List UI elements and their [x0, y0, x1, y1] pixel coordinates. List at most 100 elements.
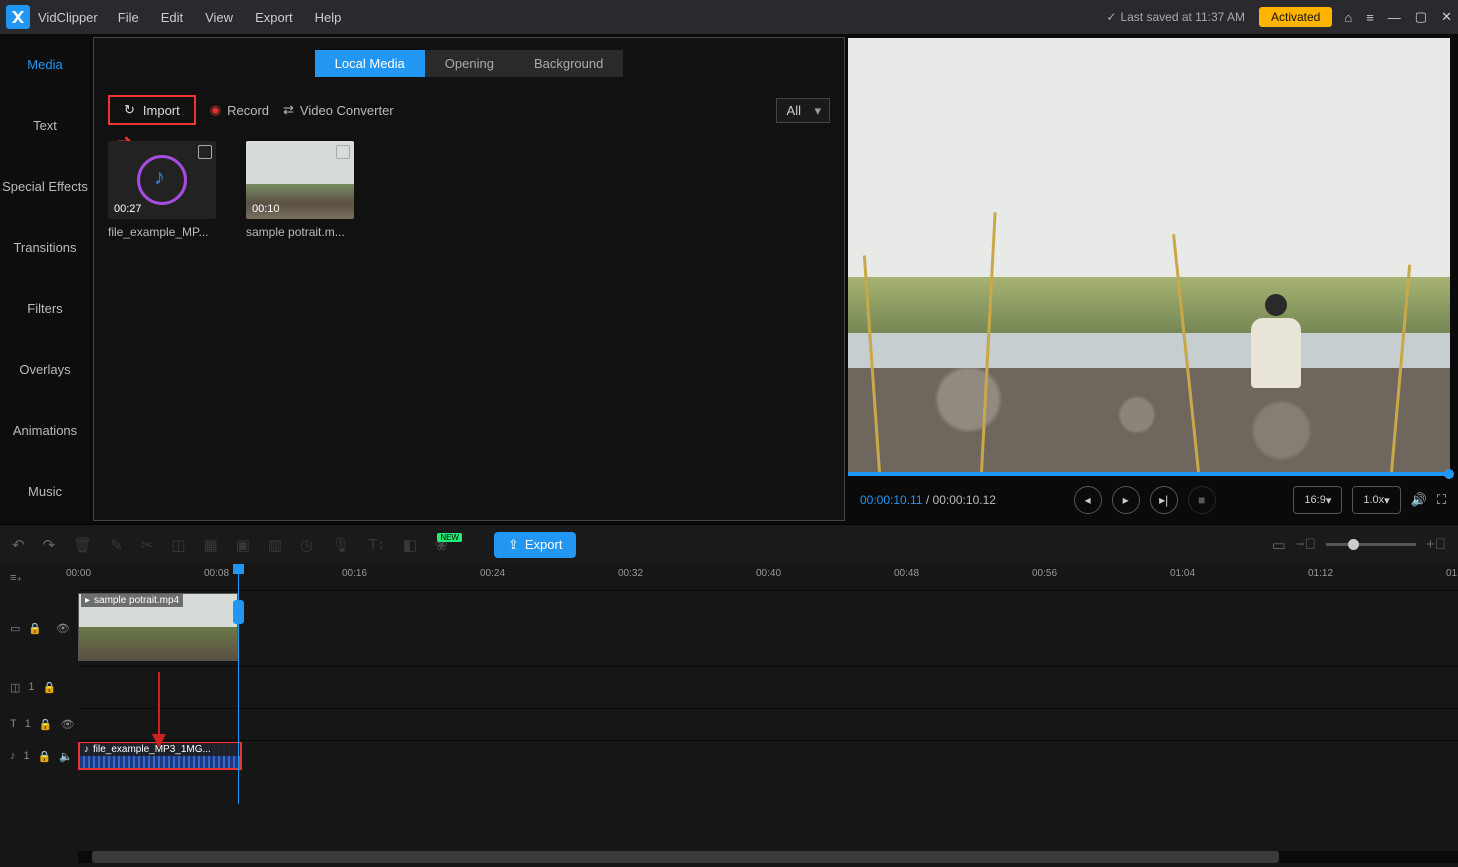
redo-icon[interactable]: ↷: [43, 536, 56, 554]
clip-type-icon: ♪: [84, 744, 89, 755]
lock-icon[interactable]: 🔒: [28, 622, 42, 635]
menu-edit[interactable]: Edit: [161, 10, 183, 25]
text-track-header[interactable]: T 1 🔒 👁: [0, 708, 78, 740]
export-button[interactable]: ⇪ Export: [494, 532, 576, 558]
playhead[interactable]: [238, 564, 239, 804]
zoom-in-icon[interactable]: +⃝: [1426, 536, 1446, 553]
sidebar-item-text[interactable]: Text: [0, 95, 90, 156]
aspect-ratio-dropdown[interactable]: 16:9 ▾: [1293, 486, 1342, 514]
import-label: Import: [143, 103, 180, 118]
mute-icon[interactable]: 🔈: [59, 750, 73, 763]
audio-track-icon: ♪: [10, 750, 16, 762]
prev-frame-button[interactable]: ◂: [1074, 486, 1102, 514]
activated-badge[interactable]: Activated: [1259, 7, 1332, 27]
hamburger-icon[interactable]: ≡: [1366, 10, 1374, 25]
ruler-mark: 01:20: [1446, 568, 1458, 579]
eye-icon[interactable]: 👁: [56, 622, 70, 635]
color-icon[interactable]: ◧: [403, 536, 417, 554]
eye-icon[interactable]: 👁: [61, 718, 75, 731]
home-icon[interactable]: ⌂: [1344, 10, 1352, 25]
stop-button[interactable]: ■: [1188, 486, 1216, 514]
sidebar-item-special-effects[interactable]: Special Effects: [0, 156, 90, 217]
delete-icon[interactable]: 🗑: [73, 536, 92, 554]
playback-speed-dropdown[interactable]: 1.0x ▾: [1352, 486, 1400, 514]
clip-duration: 00:10: [252, 203, 280, 215]
fullscreen-icon[interactable]: ⛶: [1437, 492, 1446, 508]
edit-icon[interactable]: ✎: [110, 536, 123, 554]
sidebar-item-animations[interactable]: Animations: [0, 400, 90, 461]
record-label: Record: [227, 103, 269, 118]
media-item-video[interactable]: 00:10 sample potrait.m...: [246, 141, 354, 239]
tab-background[interactable]: Background: [514, 50, 623, 77]
timeline-video-clip[interactable]: ▸sample potrait.mp4: [78, 593, 238, 661]
media-item-audio[interactable]: 00:27 file_example_MP...: [108, 141, 216, 239]
next-frame-button[interactable]: ▸|: [1150, 486, 1178, 514]
preview-progress[interactable]: [848, 472, 1450, 476]
title-bar: VidClipper File Edit View Export Help ✓ …: [0, 0, 1458, 34]
crop-icon[interactable]: ◫: [171, 536, 185, 554]
import-button[interactable]: ↻ Import: [108, 95, 196, 125]
preview-controls: 00:00:10.11 / 00:00:10.12 ◂ ▸ ▸| ■ 16:9 …: [848, 476, 1458, 524]
mosaic-icon[interactable]: ▦: [204, 536, 218, 554]
sidebar-item-overlays[interactable]: Overlays: [0, 339, 90, 400]
record-button[interactable]: ◉ Record: [210, 102, 269, 118]
video-track-lane[interactable]: ▸sample potrait.mp4: [78, 590, 1458, 666]
freeze-icon[interactable]: ▣: [236, 536, 250, 554]
fit-icon[interactable]: ▭: [1272, 536, 1286, 554]
timeline-scrollbar[interactable]: [78, 851, 1458, 863]
record-icon: ◉: [210, 102, 221, 118]
text-tool-icon[interactable]: T↕: [368, 536, 385, 553]
pip-track-lane[interactable]: [78, 666, 1458, 708]
tracks-area[interactable]: 00:0000:0800:1600:2400:3200:4000:4800:56…: [78, 564, 1458, 867]
text-track-lane[interactable]: [78, 708, 1458, 740]
last-saved: ✓ Last saved at 11:37 AM: [1106, 10, 1245, 24]
audio-track-header[interactable]: ♪ 1 🔒 🔈: [0, 740, 78, 772]
lock-icon[interactable]: 🔒: [39, 718, 53, 731]
voiceover-icon[interactable]: 🎙: [331, 536, 350, 554]
media-grid: ➜ 00:27 file_example_MP... 00:10 sample …: [94, 135, 844, 245]
preview-canvas[interactable]: [848, 38, 1450, 472]
media-filter-dropdown[interactable]: All: [776, 98, 830, 123]
bar-icon[interactable]: ▥: [268, 536, 282, 554]
menu-help[interactable]: Help: [315, 10, 342, 25]
time-ruler[interactable]: 00:0000:0800:1600:2400:3200:4000:4800:56…: [78, 564, 1458, 590]
ruler-mark: 00:24: [480, 568, 505, 579]
audio-track-lane[interactable]: ♪file_example_MP3_1MG...: [78, 740, 1458, 772]
sidebar-item-transitions[interactable]: Transitions: [0, 217, 90, 278]
aspect-value: 16:9: [1304, 494, 1325, 506]
lock-icon[interactable]: 🔒: [38, 750, 52, 763]
split-icon[interactable]: ✂: [141, 536, 154, 554]
play-button[interactable]: ▸: [1112, 486, 1140, 514]
close-icon[interactable]: ✕: [1441, 9, 1452, 25]
zoom-slider[interactable]: [1326, 543, 1416, 546]
app-name: VidClipper: [38, 10, 98, 25]
import-icon: ↻: [124, 102, 135, 118]
undo-icon[interactable]: ↶: [12, 536, 25, 554]
video-converter-button[interactable]: ⇄ Video Converter: [283, 102, 394, 118]
duration-icon[interactable]: ◷: [300, 536, 313, 554]
clip-label: file_example_MP...: [108, 225, 216, 239]
audio-thumbnail: 00:27: [108, 141, 216, 219]
lock-icon[interactable]: 🔒: [43, 681, 57, 694]
ruler-mark: 01:12: [1308, 568, 1333, 579]
menu-view[interactable]: View: [205, 10, 233, 25]
tab-local-media[interactable]: Local Media: [315, 50, 425, 77]
menu-export[interactable]: Export: [255, 10, 293, 25]
new-badge: NEW: [437, 533, 462, 542]
filter-value: All: [787, 103, 801, 118]
ruler-mark: 01:04: [1170, 568, 1195, 579]
zoom-out-icon[interactable]: −⃝: [1296, 536, 1316, 553]
video-thumbnail: 00:10: [246, 141, 354, 219]
sidebar-item-music[interactable]: Music: [0, 461, 90, 522]
tab-opening[interactable]: Opening: [425, 50, 514, 77]
minimize-icon[interactable]: —: [1388, 10, 1401, 25]
volume-icon[interactable]: 🔊: [1411, 492, 1427, 508]
pip-track-icon: ◫: [10, 681, 20, 694]
video-clip-name: sample potrait.mp4: [94, 595, 179, 606]
sidebar-item-media[interactable]: Media: [0, 34, 90, 95]
video-track-header[interactable]: ▭ 🔒 👁: [0, 590, 78, 666]
sidebar-item-filters[interactable]: Filters: [0, 278, 90, 339]
menu-file[interactable]: File: [118, 10, 139, 25]
maximize-icon[interactable]: ▢: [1415, 9, 1427, 25]
pip-track-header[interactable]: ◫ 1 🔒: [0, 666, 78, 708]
